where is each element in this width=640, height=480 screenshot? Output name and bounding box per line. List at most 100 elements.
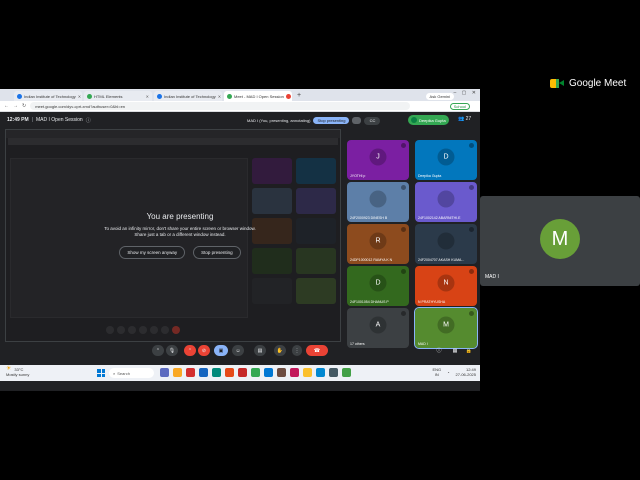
captions-button[interactable]: CC bbox=[364, 116, 381, 125]
chrome-icon[interactable] bbox=[251, 368, 260, 377]
participant-tile[interactable]: R 24DP1000012 RAMYA K N bbox=[347, 224, 409, 264]
avatar bbox=[411, 117, 417, 123]
folder-icon[interactable] bbox=[173, 368, 182, 377]
mic-status-icon bbox=[469, 311, 474, 316]
present-icon[interactable]: ▣ bbox=[214, 345, 228, 356]
app-icon[interactable] bbox=[264, 368, 273, 377]
app-icon[interactable] bbox=[329, 368, 338, 377]
participant-avatar: A bbox=[369, 316, 387, 334]
warning-line-2: Share just a tab or a different window i… bbox=[134, 232, 226, 237]
reload-icon[interactable]: ↻ bbox=[22, 103, 26, 109]
app-icon[interactable] bbox=[342, 368, 351, 377]
app-icon[interactable] bbox=[212, 368, 221, 377]
participant-tile[interactable]: J JYOTHI p bbox=[347, 140, 409, 180]
participant-tile[interactable]: D 24F1001054 DHANUS P bbox=[347, 266, 409, 306]
tab-favicon-icon bbox=[17, 93, 22, 99]
app-icon[interactable] bbox=[199, 368, 208, 377]
self-name: MAD I bbox=[485, 274, 499, 280]
clock[interactable]: 12:49 27-06-2025 bbox=[456, 367, 476, 377]
language-indicator[interactable]: ENG IN bbox=[432, 367, 441, 377]
participant-tile[interactable]: 24F2000923 DINESH B bbox=[347, 182, 409, 222]
close-icon[interactable]: ✕ bbox=[78, 94, 81, 99]
presenting-text: MAD I (You, presenting, annotating) bbox=[247, 118, 311, 123]
close-icon[interactable]: ✕ bbox=[218, 94, 221, 99]
back-icon[interactable]: ← bbox=[4, 103, 9, 109]
browser-tab[interactable]: Indian Institute of Technology ✕ bbox=[14, 91, 82, 101]
header-separator: | bbox=[31, 117, 33, 123]
window-controls[interactable]: – ▢ ✕ bbox=[454, 90, 478, 96]
participant-name: 24DP1000012 RAMYA K N bbox=[350, 258, 393, 262]
system-tray: ENG IN ◔ 12:49 27-06-2025 bbox=[432, 367, 476, 377]
participant-name: 24F2000923 DINESH B bbox=[350, 216, 388, 220]
google-meet-logo: Google Meet bbox=[550, 78, 626, 89]
wifi-icon[interactable]: ◔ bbox=[447, 370, 449, 375]
tab-label: Indian Institute of Technology bbox=[24, 93, 76, 99]
camera-options-icon[interactable]: ⌃ bbox=[184, 345, 196, 356]
host-controls-icon[interactable]: 🔒 bbox=[464, 345, 474, 356]
participant-avatar: J bbox=[369, 148, 387, 166]
more-audio-icon[interactable]: ⌃ bbox=[152, 345, 164, 356]
user-chip[interactable]: Deepika Gupta bbox=[408, 115, 449, 125]
browser-tab-active[interactable]: Meet - MAD I Open Session✕ bbox=[224, 91, 292, 101]
shared-screen: Indian Institute of Technology ✕ HTML Ele… bbox=[0, 89, 480, 391]
school-profile-badge[interactable]: School bbox=[449, 102, 470, 110]
participant-name: 24F1001054 DHANUS P bbox=[350, 300, 389, 304]
weather-desc: Mostly sunny bbox=[6, 372, 30, 377]
app-icon[interactable] bbox=[290, 368, 299, 377]
app-icon[interactable] bbox=[238, 368, 247, 377]
meet-window: Google Meet M MAD I Indian Institute of … bbox=[0, 0, 640, 480]
participant-avatar: R bbox=[369, 232, 387, 250]
participant-tile[interactable]: D Deepika Gupta bbox=[415, 140, 477, 180]
participant-avatar: N bbox=[437, 274, 455, 292]
weather-widget[interactable]: ☀ 33°C Mostly sunny bbox=[6, 366, 30, 377]
taskbar-search[interactable]: ⌕ Search bbox=[109, 368, 154, 378]
participant-avatar bbox=[437, 190, 455, 208]
stop-presenting-button[interactable]: Stop presenting bbox=[313, 117, 350, 124]
recording-icon[interactable] bbox=[352, 117, 362, 124]
search-icon: ⌕ bbox=[113, 370, 116, 376]
end-call-icon[interactable]: ☎ bbox=[306, 345, 328, 356]
forward-icon[interactable]: → bbox=[13, 103, 18, 109]
vscode-icon[interactable] bbox=[316, 368, 325, 377]
participant-tile[interactable]: 24F1002142 ABARNITHI.E bbox=[415, 182, 477, 222]
show-screen-anyway-button[interactable]: Show my screen anyway bbox=[119, 246, 186, 259]
tab-label: Meet - MAD I Open Session bbox=[234, 93, 284, 99]
participant-tile[interactable]: N N PRATHYUSHA bbox=[415, 266, 477, 306]
tab-favicon-icon bbox=[87, 93, 92, 99]
call-controls: ⌃ 🎙 ⌃ ⊘ ▣ ☺ ▤ ✋ ⋮ ☎ ⓘ ▦ 🔒 bbox=[0, 340, 480, 362]
windows-taskbar: ☀ 33°C Mostly sunny ⌕ Search ENG IN ◔ 12… bbox=[0, 365, 480, 381]
info-panel-icon[interactable]: ⓘ bbox=[434, 345, 444, 356]
ask-gemini-button[interactable]: Ask Gemini bbox=[425, 93, 454, 100]
browser-tab[interactable]: HTML Elements ✕ bbox=[84, 91, 152, 101]
participant-avatar: D bbox=[369, 274, 387, 292]
emoji-icon[interactable]: ☺ bbox=[232, 345, 244, 356]
mic-status-icon bbox=[401, 185, 406, 190]
presenting-warning: You are presenting To avoid an infinity … bbox=[80, 212, 280, 259]
raise-hand-icon[interactable]: ✋ bbox=[274, 345, 286, 356]
app-icon[interactable] bbox=[277, 368, 286, 377]
browser-tab[interactable]: Indian Institute of Technology ✕ bbox=[154, 91, 222, 101]
self-view-tile[interactable]: M MAD I bbox=[480, 196, 640, 286]
more-options-icon[interactable]: ⋮ bbox=[292, 345, 302, 356]
camera-off-icon[interactable]: ⊘ bbox=[198, 345, 210, 356]
participant-avatar bbox=[369, 190, 387, 208]
close-icon[interactable]: ✕ bbox=[146, 94, 149, 99]
windows-start-icon[interactable] bbox=[97, 369, 105, 377]
clock-date: 27-06-2025 bbox=[455, 372, 476, 377]
new-tab-button[interactable]: + bbox=[297, 91, 301, 101]
url-field[interactable]: meet.google.com/dyv-cprt-xmd?authuser=0&… bbox=[30, 102, 411, 110]
activities-icon[interactable]: ▦ bbox=[450, 345, 460, 356]
mic-status-icon bbox=[469, 185, 474, 190]
info-icon[interactable]: ⓘ bbox=[86, 117, 91, 124]
app-icon[interactable] bbox=[225, 368, 234, 377]
taskbar-apps bbox=[160, 368, 351, 377]
meeting-time: 12:49 PM bbox=[7, 117, 29, 123]
app-icon[interactable] bbox=[186, 368, 195, 377]
app-icon[interactable] bbox=[303, 368, 312, 377]
captions-icon[interactable]: ▤ bbox=[254, 345, 266, 356]
overlay-stop-presenting-button[interactable]: Stop presenting bbox=[193, 246, 241, 259]
participant-tile[interactable]: 24F2004707 AKASH KUMA... bbox=[415, 224, 477, 264]
people-count[interactable]: 👥 27 bbox=[458, 116, 471, 122]
app-icon[interactable] bbox=[160, 368, 169, 377]
mic-icon[interactable]: 🎙 bbox=[166, 345, 178, 356]
